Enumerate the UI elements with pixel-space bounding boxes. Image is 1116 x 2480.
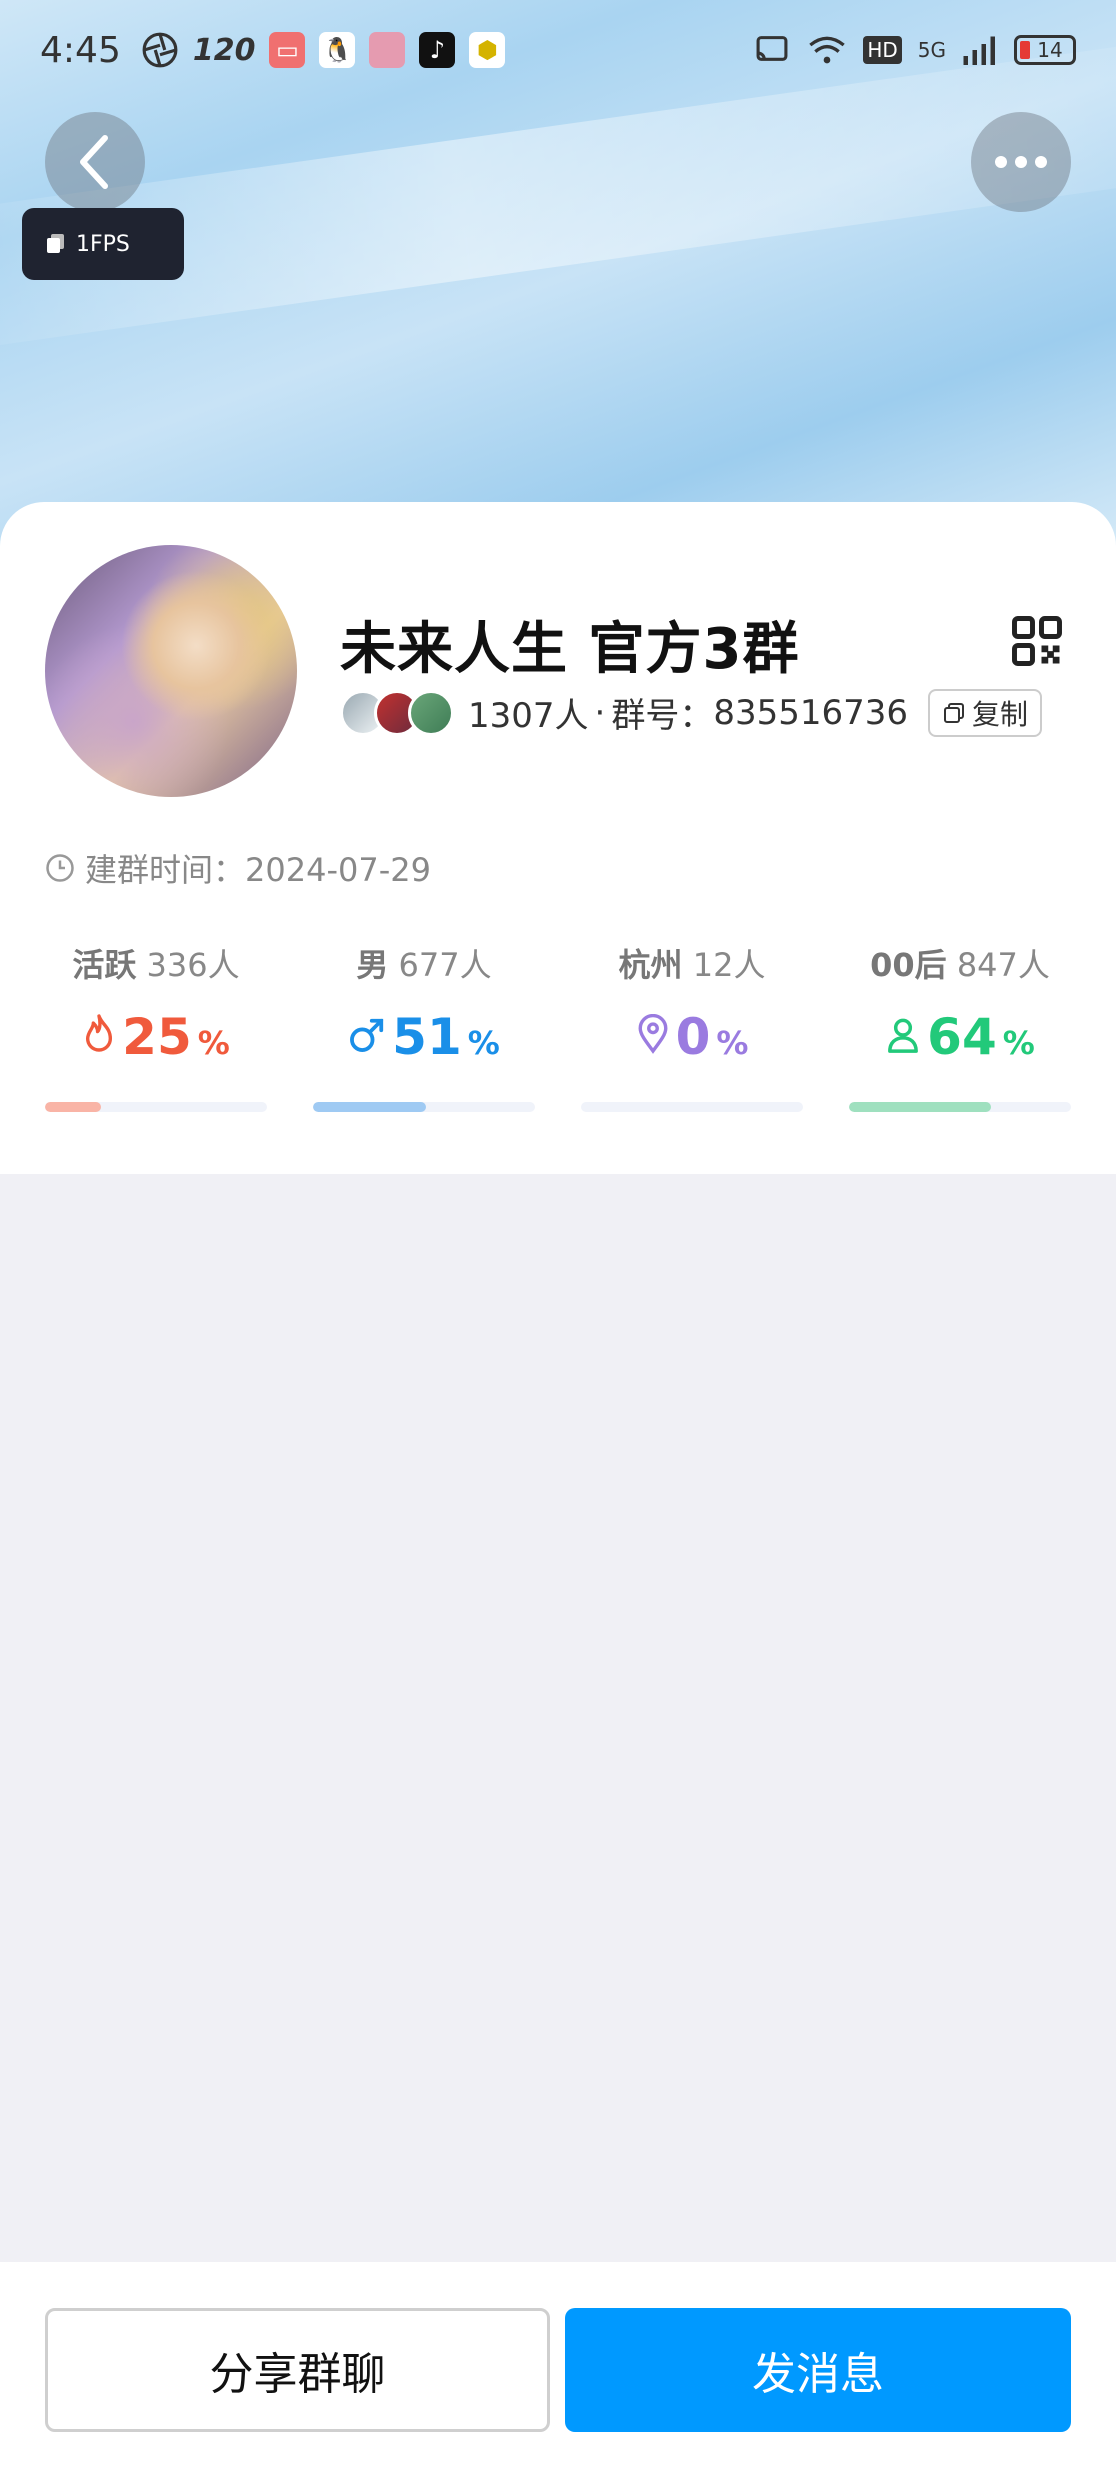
cast-icon [756, 36, 788, 61]
stat-male[interactable]: 男 677人 51% [313, 940, 535, 1112]
qq-icon: 🐧 [319, 32, 356, 68]
clock-icon [46, 854, 74, 882]
refresh-rate: 120 [192, 32, 256, 68]
stat-location[interactable]: 杭州 12人 0% [581, 940, 803, 1112]
meta-separator: · [594, 692, 606, 733]
flame-icon [86, 1014, 113, 1052]
stat-label: 00后 [870, 946, 947, 984]
app-avatar-icon [369, 32, 406, 68]
stat-age[interactable]: 00后 847人 64% [849, 940, 1071, 1112]
stat-count: 12人 [692, 946, 766, 984]
male-icon [350, 1018, 384, 1052]
location-pin-icon [638, 1014, 668, 1054]
member-avatar [408, 689, 454, 736]
tiktok-icon: ♪ [419, 32, 456, 68]
group-id-label: 群号： [611, 696, 714, 736]
wifi-icon [809, 36, 846, 64]
stat-bar-fill [313, 1102, 427, 1112]
created-date: 2024-07-29 [245, 851, 431, 889]
copy-label: 复制 [972, 697, 1029, 731]
creation-date-row: 建群时间：2024-07-29 [45, 845, 431, 891]
battery-icon: 14 [1014, 35, 1076, 65]
group-avatar[interactable] [45, 545, 297, 797]
member-count[interactable]: 1307人 [468, 688, 589, 737]
stat-bar-fill [45, 1102, 101, 1112]
person-icon [888, 1018, 919, 1053]
stat-label: 活跃 [72, 946, 137, 984]
more-options-button[interactable] [971, 112, 1071, 212]
status-time: 4:45 [40, 29, 121, 71]
stat-percent: 51 [392, 1008, 462, 1066]
back-button[interactable] [45, 112, 145, 212]
more-dots-icon [995, 156, 1047, 168]
stat-percent: 0 [675, 1008, 711, 1066]
stat-bar [581, 1102, 803, 1112]
group-meta: 1307人 · 群号： 835516736 复制 [340, 688, 1043, 737]
share-group-button[interactable]: 分享群聊 [45, 2308, 550, 2432]
stat-bar [313, 1102, 535, 1112]
stat-label: 男 [356, 946, 389, 984]
stat-label: 杭州 [618, 946, 683, 984]
created-label: 建群时间： [85, 851, 246, 889]
hd-badge: HD [863, 36, 902, 64]
stat-count: 677人 [398, 946, 492, 984]
stat-bar [45, 1102, 267, 1112]
stat-percent: 64 [927, 1008, 997, 1066]
send-message-button[interactable]: 发消息 [565, 2308, 1071, 2432]
aperture-icon [142, 32, 178, 68]
status-bar: 4:45 120 ▭ 🐧 ♪ ⬢ HD 5G 14 [0, 0, 1116, 100]
network-type: 5G [917, 38, 946, 62]
stat-count: 847人 [956, 946, 1050, 984]
fps-label: 1FPS [76, 231, 130, 257]
group-name: 未来人生 官方3群 [340, 617, 800, 682]
stat-count: 336人 [146, 946, 240, 984]
group-stats: 活跃 336人 25% 男 677人 51% 杭州 12人 0% 00后 847… [45, 940, 1071, 1112]
chevron-left-icon [80, 135, 108, 189]
fps-overlay: 1FPS [22, 208, 184, 280]
stat-bar [849, 1102, 1071, 1112]
copy-button[interactable]: 复制 [928, 688, 1043, 737]
signal-icon [963, 36, 995, 65]
qr-code-icon[interactable] [1010, 614, 1064, 668]
stat-bar-fill [849, 1102, 992, 1112]
honeycomb-icon: ⬢ [469, 32, 506, 68]
member-avatars[interactable] [340, 689, 454, 736]
copy-icon [944, 702, 965, 723]
stat-percent: 25 [122, 1008, 192, 1066]
battery-saver-icon: ▭ [269, 32, 306, 68]
copy-stack-icon [47, 234, 64, 253]
group-id: 835516736 [713, 692, 909, 733]
stat-active[interactable]: 活跃 336人 25% [45, 940, 267, 1112]
